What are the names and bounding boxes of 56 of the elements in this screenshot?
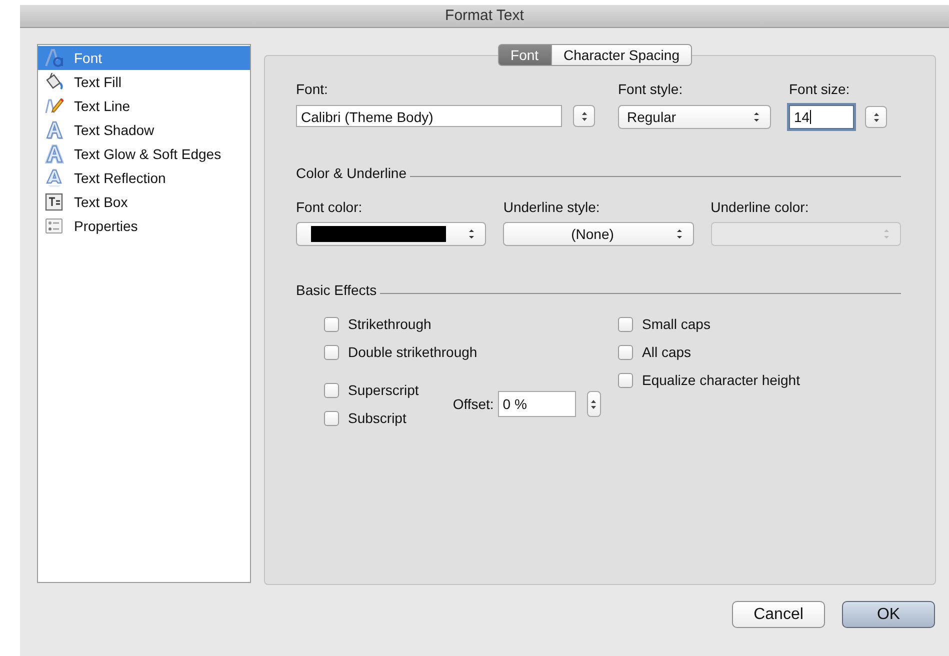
- reflection-icon: [44, 168, 64, 188]
- text-box-icon: [44, 192, 64, 212]
- shadow-icon: [44, 120, 64, 140]
- field-label: Font:: [296, 81, 329, 99]
- checkbox[interactable]: [324, 344, 339, 360]
- checkbox-label: Double strikethrough: [348, 344, 478, 360]
- sidebar-item[interactable]: Text Reflection: [38, 166, 250, 190]
- sidebar-item[interactable]: Text Shadow: [38, 118, 250, 142]
- tab[interactable]: Character Spacing: [550, 44, 692, 66]
- tab[interactable]: Font: [498, 44, 551, 66]
- stepper-arrows-icon: [872, 112, 880, 122]
- field-label: Font style:: [618, 81, 684, 99]
- checkbox-label: Small caps: [642, 316, 710, 332]
- font-name-field[interactable]: Calibri (Theme Body): [296, 105, 562, 127]
- section-heading: Basic Effects: [296, 282, 377, 298]
- properties-icon: [44, 216, 64, 236]
- glow-icon: [44, 144, 64, 164]
- stepper-arrows-icon: [580, 110, 588, 122]
- checkbox[interactable]: [324, 382, 339, 398]
- checkbox-label: Equalize character height: [642, 372, 800, 388]
- checkbox-label: Superscript: [348, 382, 419, 398]
- sidebar-item[interactable]: Properties: [38, 214, 250, 238]
- field-label: Offset:: [452, 396, 494, 412]
- sidebar-item[interactable]: Text Fill: [38, 70, 250, 94]
- stepper[interactable]: [865, 106, 887, 128]
- checkbox[interactable]: [618, 372, 633, 388]
- pencil-icon: [44, 96, 64, 116]
- checkbox-label: Subscript: [348, 410, 406, 426]
- underline-style-dropdown[interactable]: (None): [503, 222, 694, 246]
- sidebar-item[interactable]: Text Glow & Soft Edges: [38, 142, 250, 166]
- checkbox[interactable]: [324, 410, 339, 426]
- sidebar-item[interactable]: Text Line: [38, 94, 250, 118]
- stepper[interactable]: [573, 105, 595, 127]
- font-icon: [44, 48, 64, 68]
- ok-button[interactable]: OK: [842, 601, 935, 628]
- field-label: Font size:: [789, 81, 851, 99]
- checkbox[interactable]: [618, 316, 633, 332]
- cancel-button[interactable]: Cancel: [732, 601, 825, 628]
- paint-bucket-icon: [44, 72, 64, 92]
- field-label: Underline color:: [710, 199, 810, 217]
- sidebar-item[interactable]: Font: [38, 46, 250, 70]
- font-style-dropdown[interactable]: Regular: [618, 105, 771, 129]
- checkbox[interactable]: [618, 344, 633, 360]
- sidebar-item[interactable]: Text Box: [38, 190, 250, 214]
- font-size-field[interactable]: 14: [789, 105, 854, 129]
- checkbox-label: All caps: [642, 344, 692, 360]
- field-label: Underline style:: [503, 199, 601, 217]
- window-title: Format Text: [20, 5, 949, 28]
- section-heading: Color & Underline: [296, 165, 406, 181]
- stepper[interactable]: [586, 391, 601, 417]
- field-label: Font color:: [296, 199, 364, 217]
- checkbox-label: Strikethrough: [348, 316, 432, 332]
- font-color-dropdown[interactable]: [296, 222, 486, 246]
- checkbox[interactable]: [324, 316, 339, 332]
- offset-field[interactable]: 0 %: [498, 391, 576, 417]
- stepper-arrows-icon: [590, 398, 598, 410]
